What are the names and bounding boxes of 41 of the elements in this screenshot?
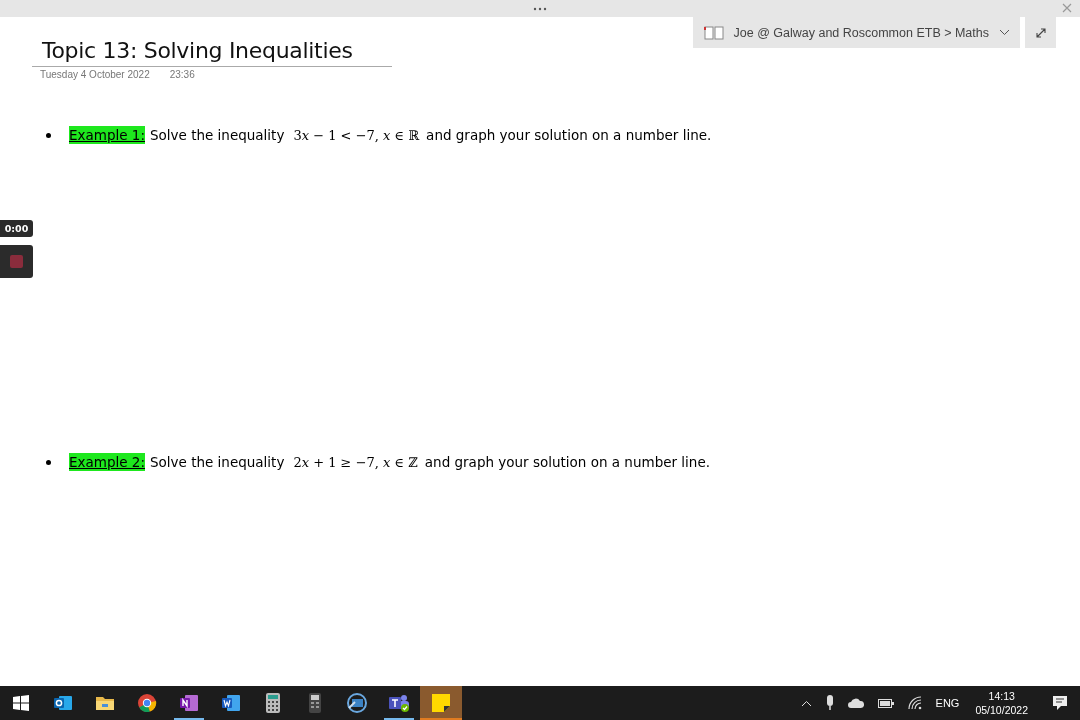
start-icon (13, 695, 29, 711)
page-time: 23:36 (169, 69, 195, 80)
stop-icon (10, 255, 23, 268)
browser-icon (137, 693, 157, 713)
notes-app-icon (179, 694, 199, 712)
team-chat-icon (388, 693, 410, 713)
clock-time[interactable]: 14:13 (988, 690, 1015, 702)
bullet (46, 132, 51, 138)
battery-icon[interactable] (877, 698, 894, 708)
expand-icon (1034, 26, 1047, 39)
calculator-icon (309, 693, 321, 713)
math-expression: 3x − 1 < −7, x ∈ ℝ (293, 127, 420, 143)
bullet (46, 459, 51, 465)
page-date: Tuesday 4 October 2022 (40, 69, 150, 80)
language-indicator[interactable]: ENG (935, 697, 960, 709)
cloud-icon[interactable] (847, 698, 864, 708)
folder-icon (95, 695, 115, 711)
page-title: Topic 13: Solving Inequalities (42, 37, 354, 65)
notification-icon[interactable] (1052, 695, 1068, 711)
chevron-up-icon[interactable] (800, 699, 812, 707)
highlighted-label: Example 1: (69, 126, 145, 144)
microphone-icon[interactable] (825, 695, 834, 711)
mail-app-icon (53, 694, 73, 712)
notebook-icon (703, 25, 724, 40)
instruction-text: Solve the inequality (150, 454, 285, 470)
more-icon[interactable] (533, 6, 547, 11)
wifi-icon[interactable] (907, 696, 922, 710)
highlighted-label: Example 2: (69, 453, 145, 471)
recording-timer: 0:00 (0, 220, 33, 237)
chevron-down-icon (999, 29, 1010, 36)
remote-desktop-icon (346, 693, 368, 713)
notebook-breadcrumb[interactable]: Joe @ Galway and Roscommon ETB > Maths (692, 17, 1020, 48)
document-app-icon (221, 694, 241, 712)
sticky-note-icon (432, 694, 450, 712)
expand-button[interactable] (1025, 17, 1056, 48)
instruction-text: and graph your solution on a number line. (426, 127, 712, 143)
instruction-text: and graph your solution on a number line. (424, 454, 710, 470)
math-expression: 2x + 1 ≥ −7, x ∈ ℤ (293, 454, 418, 470)
clock-date[interactable]: 05/10/2022 (975, 704, 1028, 716)
calculator-icon (266, 693, 280, 713)
instruction-text: Solve the inequality (150, 127, 285, 143)
